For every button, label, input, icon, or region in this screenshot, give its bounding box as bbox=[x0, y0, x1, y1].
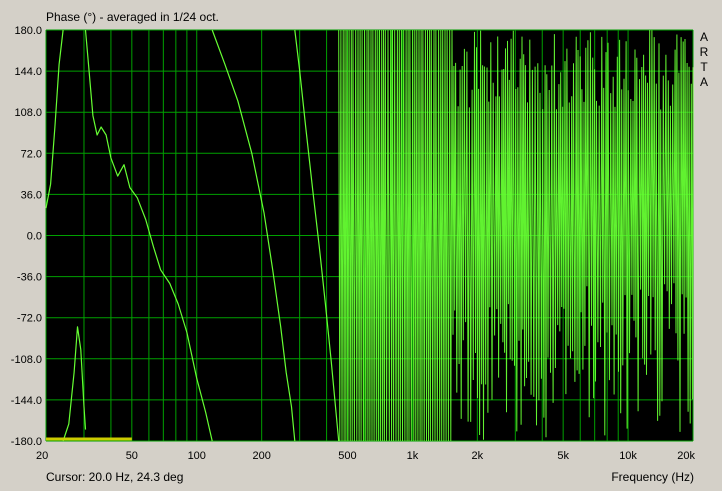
x-tick-label: 200 bbox=[252, 450, 270, 462]
y-axis: 180.0 144.0 108.0 72.0 36.0 0.0 -36.0 -72.0 -108… bbox=[11, 25, 42, 448]
phase-chart[interactable]: 180.0 144.0 108.0 72.0 36.0 0.0 -36.0 -72.0 -108… bbox=[0, 0, 722, 491]
x-tick-label: 20k bbox=[677, 450, 695, 462]
x-tick-label: 2k bbox=[472, 450, 484, 462]
y-tick-label: -36.0 bbox=[17, 272, 42, 284]
x-tick-label: 50 bbox=[126, 450, 138, 462]
arta-watermark: A R T A bbox=[697, 30, 711, 90]
y-tick-label: -108.0 bbox=[11, 354, 42, 366]
arta-window: Phase (°) - averaged in 1/24 oct. 180.0 1… bbox=[0, 0, 722, 491]
x-tick-label: 1k bbox=[407, 450, 419, 462]
y-tick-label: 0.0 bbox=[27, 231, 42, 243]
x-tick-label: 5k bbox=[557, 450, 569, 462]
watermark-letter: A bbox=[699, 75, 708, 89]
y-tick-label: -144.0 bbox=[11, 395, 42, 407]
y-tick-label: 144.0 bbox=[14, 66, 42, 78]
x-tick-label: 100 bbox=[188, 450, 206, 462]
watermark-letter: T bbox=[700, 60, 708, 74]
cursor-readout: Cursor: 20.0 Hz, 24.3 deg bbox=[46, 470, 184, 484]
x-axis: 20 50 100 200 500 1k 2k 5k 10k 20k bbox=[36, 450, 695, 462]
x-axis-label: Frequency (Hz) bbox=[611, 470, 694, 484]
y-tick-label: 108.0 bbox=[14, 107, 42, 119]
y-tick-label: 180.0 bbox=[14, 25, 42, 37]
y-tick-label: 72.0 bbox=[21, 148, 42, 160]
x-tick-label: 10k bbox=[619, 450, 637, 462]
y-tick-label: -180.0 bbox=[11, 436, 42, 448]
x-tick-label: 20 bbox=[36, 450, 48, 462]
watermark-letter: R bbox=[699, 45, 709, 59]
watermark-letter: A bbox=[699, 30, 708, 44]
y-tick-label: -72.0 bbox=[17, 313, 42, 325]
x-tick-label: 500 bbox=[338, 450, 356, 462]
y-tick-label: 36.0 bbox=[21, 189, 42, 201]
